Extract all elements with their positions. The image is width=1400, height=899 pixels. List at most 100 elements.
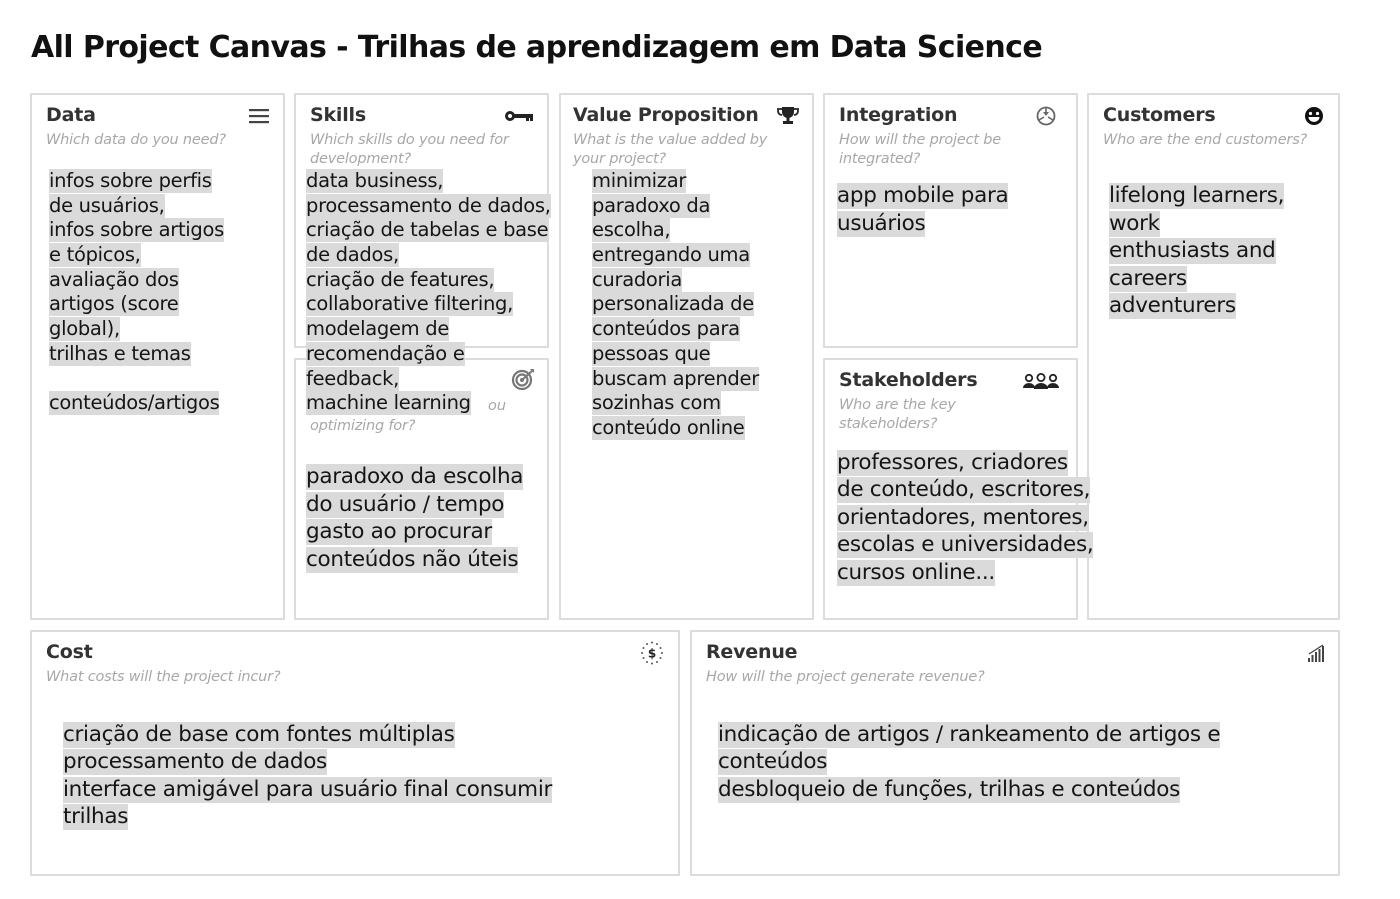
note-line-text: do usuário / tempo <box>306 491 505 518</box>
note-line: lifelong learners, <box>1109 182 1284 210</box>
note-line-text: cursos online... <box>837 559 995 586</box>
menu-lines-icon <box>247 105 271 127</box>
note-line: trilhas <box>63 803 552 830</box>
note-line-text: entregando uma <box>592 243 750 268</box>
note-customers[interactable]: lifelong learners, work enthusiasts and car… <box>1109 182 1284 320</box>
integration-icon <box>1034 105 1058 127</box>
note-line-text: escolas e universidades, <box>837 532 1094 559</box>
note-line-text: lifelong learners, <box>1109 183 1285 209</box>
card-title: Revenue <box>706 641 798 663</box>
card-title: Cost <box>46 641 93 663</box>
note-line-text: criação de base com fontes múltiplas <box>63 722 455 748</box>
note-line: curadoria <box>592 267 759 293</box>
note-line: paradoxo da <box>592 193 759 219</box>
note-line-text: app mobile para <box>837 183 1009 209</box>
note-line-text: orientadores, mentores, <box>837 504 1089 531</box>
note-line-text: conteúdos para <box>592 317 740 342</box>
note-line-text: usuários <box>837 210 926 237</box>
note-line: cursos online... <box>837 559 1093 586</box>
note-line: feedback, <box>306 366 551 392</box>
note-line-text: paradoxo da escolha <box>306 464 524 490</box>
card-question: Which data do you need? <box>46 132 226 148</box>
card-title: Data <box>46 104 96 126</box>
note-line: app mobile para <box>837 182 1009 210</box>
note-line: gasto ao procurar <box>306 518 523 546</box>
note-line: infos sobre perfis <box>49 169 224 194</box>
note-line-text: buscam aprender <box>592 366 759 391</box>
note-line: interface amigável para usuário final co… <box>63 776 552 803</box>
note-line-text: processamento de dados, <box>306 193 551 218</box>
note-line: entregando uma <box>592 243 759 268</box>
note-line <box>49 367 224 392</box>
note-line-text: e tópicos, <box>49 243 141 268</box>
note-stakeholders[interactable]: professores, criadores de conteúdo, escri… <box>837 449 1094 586</box>
card-question: How will the project generate revenue? <box>706 669 985 685</box>
note-line-text: criação de features, <box>306 267 495 292</box>
note-line: careers <box>1109 265 1284 293</box>
note-line: collaborative filtering, <box>306 292 551 317</box>
note-line: pessoas que <box>592 341 759 367</box>
note-line: professores, criadores <box>837 449 1093 476</box>
note-revenue[interactable]: indicação de artigos / rankeamento de ar… <box>718 721 1221 803</box>
card-question: How will the project be integrated? <box>839 132 1001 167</box>
note-line: global), <box>49 317 224 342</box>
note-line: de usuários, <box>49 193 224 219</box>
note-line: trilhas e temas <box>49 341 224 367</box>
note-line-text: personalizada de <box>592 292 754 317</box>
note-data[interactable]: infos sobre perfis de usuários, infos sobr… <box>49 169 224 416</box>
note-line: usuários <box>837 210 1008 238</box>
note-line-text: escolha, <box>592 218 671 243</box>
note-line: indicação de artigos / rankeamento de ar… <box>718 721 1221 748</box>
note-line-text: desbloqueio de funções, trilhas e conteú… <box>718 776 1181 803</box>
note-line-text: professores, criadores <box>837 450 1068 476</box>
note-line: artigos (score <box>49 292 224 317</box>
svg-text:$: $ <box>648 647 656 661</box>
note-line: data business, <box>306 169 551 194</box>
note-line: do usuário / tempo <box>306 491 523 519</box>
note-line: de dados, <box>306 243 551 268</box>
note-line-text: modelagem de <box>306 317 450 342</box>
note-integration[interactable]: app mobile para usuários <box>837 182 1009 238</box>
note-line-text: adventurers <box>1109 293 1236 319</box>
note-line-text: machine learning <box>306 391 471 416</box>
note-line: paradoxo da escolha <box>306 463 523 491</box>
card-question: Which skills do you need for development… <box>310 132 509 167</box>
note-line: desbloqueio de funções, trilhas e conteú… <box>718 776 1220 803</box>
note-line: processamento de dados <box>63 748 552 776</box>
trophy-icon <box>776 105 800 127</box>
note-line: adventurers <box>1109 292 1284 320</box>
note-line: conteúdos não úteis <box>306 546 523 574</box>
note-line-text: collaborative filtering, <box>306 292 514 317</box>
card-customers[interactable]: Customers Who are the end customers? <box>1087 93 1340 620</box>
card-question: What is the value added by your project? <box>573 132 768 167</box>
note-cost[interactable]: criação de base com fontes múltiplas proc… <box>63 721 552 830</box>
note-line: criação de tabelas e base <box>306 218 551 243</box>
note-line: avaliação dos <box>49 267 224 293</box>
note-line-text: infos sobre artigos <box>49 218 224 243</box>
note-line-text: global), <box>49 317 120 342</box>
note-line: de conteúdo, escritores, <box>837 476 1093 504</box>
note-line: recomendação e <box>306 341 551 367</box>
note-line: minimizar <box>592 169 759 194</box>
note-line: machine learning <box>306 391 551 416</box>
note-line-text: conteúdos não úteis <box>306 546 519 573</box>
card-question: optimizing for? <box>310 418 416 434</box>
note-outcomes[interactable]: paradoxo da escolha do usuário / tempo gas… <box>306 463 523 573</box>
card-title: Stakeholders <box>839 369 978 391</box>
card-title: Skills <box>310 104 366 126</box>
note-line: conteúdos para <box>592 317 759 342</box>
note-line-text: feedback, <box>306 366 400 391</box>
key-icon <box>503 105 535 127</box>
note-line: criação de base com fontes múltiplas <box>63 721 552 748</box>
card-title: Customers <box>1103 104 1216 126</box>
note-line-text: curadoria <box>592 267 683 292</box>
note-skills[interactable]: data business, processamento de dados, cri… <box>306 169 551 416</box>
note-line-text: careers <box>1109 265 1187 292</box>
note-line-text: infos sobre perfis <box>49 169 212 193</box>
card-title: Value Proposition <box>573 104 759 126</box>
smiley-icon <box>1302 105 1326 127</box>
note-line-text: paradoxo da <box>592 193 711 218</box>
note-line-text: recomendação e <box>306 341 465 366</box>
note-value-proposition[interactable]: minimizar paradoxo da escolha, entregando u… <box>592 169 759 441</box>
note-line-text: de usuários, <box>49 193 165 218</box>
